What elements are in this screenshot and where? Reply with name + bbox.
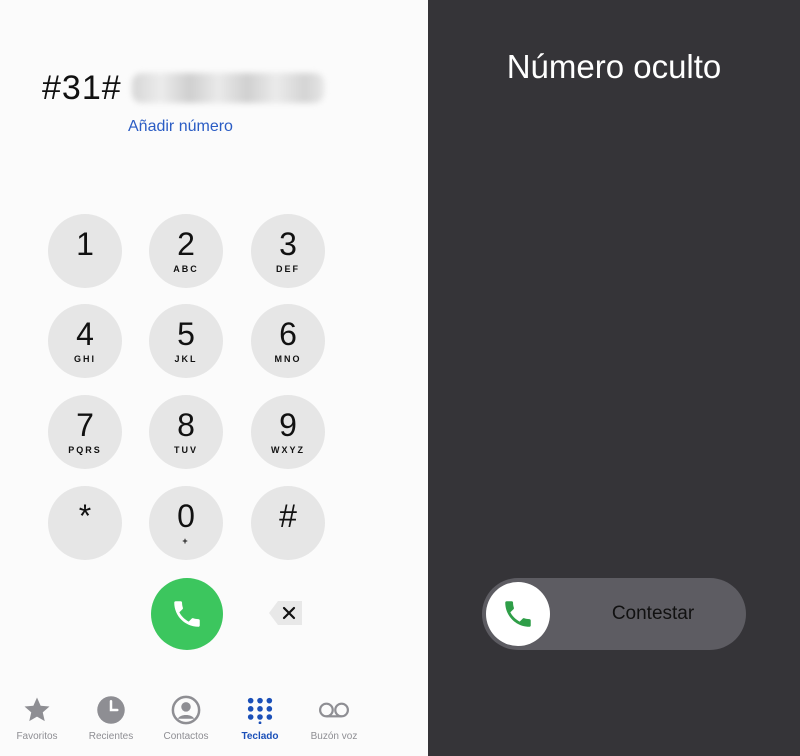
person-circle-icon: [171, 695, 201, 725]
key-letters: +: [182, 535, 190, 546]
key-letters: DEF: [276, 263, 300, 274]
key-2[interactable]: 3 DEF: [251, 214, 325, 288]
key-9[interactable]: *: [48, 486, 122, 560]
add-number-link[interactable]: Añadir número: [128, 118, 233, 136]
key-5[interactable]: 6 MNO: [251, 304, 325, 378]
key-1[interactable]: 2 ABC: [149, 214, 223, 288]
answer-slider[interactable]: Contestar: [482, 578, 746, 650]
backspace-button[interactable]: [268, 600, 304, 626]
key-digit: #: [279, 497, 297, 534]
answer-slider-knob[interactable]: [486, 582, 550, 646]
key-digit: 8: [177, 406, 195, 443]
dialer-screen: #31# Añadir número 1 2 ABC 3 DEF 4 GHI 5 JKL 6 MNO…: [0, 0, 428, 756]
key-digit: 4: [76, 315, 94, 352]
key-6[interactable]: 7 PQRS: [48, 395, 122, 469]
key-digit: 6: [279, 315, 297, 352]
answer-slider-label: Contestar: [611, 603, 695, 624]
dialed-number: #31#: [42, 64, 324, 112]
key-letters: MNO: [274, 353, 302, 364]
tab-bar: Favoritos Recientes Contactos Teclado Bu…: [0, 686, 428, 756]
key-10[interactable]: 0 +: [149, 486, 223, 560]
clock-icon: [97, 696, 125, 724]
key-0[interactable]: 1: [48, 214, 122, 288]
key-digit: *: [78, 497, 92, 534]
tab-label: Buzón voz: [310, 731, 358, 742]
voicemail-icon: [319, 702, 349, 718]
key-digit: 7: [76, 406, 94, 443]
tab-buzon-voz[interactable]: Buzón voz: [294, 694, 374, 742]
key-letters: JKL: [174, 353, 198, 364]
key-3[interactable]: 4 GHI: [48, 304, 122, 378]
phone-icon: [174, 601, 200, 627]
tab-label: Recientes: [88, 731, 134, 742]
key-digit: 2: [177, 225, 195, 262]
key-digit: 0: [177, 497, 195, 534]
key-7[interactable]: 8 TUV: [149, 395, 223, 469]
key-digit: 1: [76, 225, 94, 262]
key-letters: GHI: [73, 353, 96, 364]
call-button[interactable]: [151, 578, 223, 650]
caller-name: Número oculto: [506, 48, 722, 85]
tab-label: Favoritos: [16, 731, 58, 742]
dialed-prefix: #31#: [42, 68, 122, 107]
tab-recientes[interactable]: Recientes: [71, 694, 151, 742]
tab-teclado[interactable]: Teclado: [220, 694, 300, 742]
key-digit: 9: [279, 406, 297, 443]
tab-favoritos[interactable]: Favoritos: [0, 694, 77, 742]
phone-icon: [505, 601, 531, 627]
tab-label: Contactos: [163, 731, 209, 742]
key-8[interactable]: 9 WXYZ: [251, 395, 325, 469]
key-digit: 3: [279, 225, 297, 262]
key-4[interactable]: 5 JKL: [149, 304, 223, 378]
backspace-icon: [269, 601, 302, 625]
incoming-call-screen: Número oculto Contestar: [428, 0, 800, 756]
key-letters: WXYZ: [271, 444, 305, 455]
key-letters: ABC: [173, 263, 199, 274]
key-digit: 5: [177, 315, 195, 352]
keypad-icon: [247, 697, 273, 724]
blurred-phone-number: [131, 73, 324, 103]
key-11[interactable]: #: [251, 486, 325, 560]
key-letters: PQRS: [68, 444, 102, 455]
tab-label: Teclado: [241, 731, 279, 742]
tab-contactos[interactable]: Contactos: [146, 694, 226, 742]
star-icon: [24, 697, 50, 722]
key-letters: TUV: [174, 444, 198, 455]
